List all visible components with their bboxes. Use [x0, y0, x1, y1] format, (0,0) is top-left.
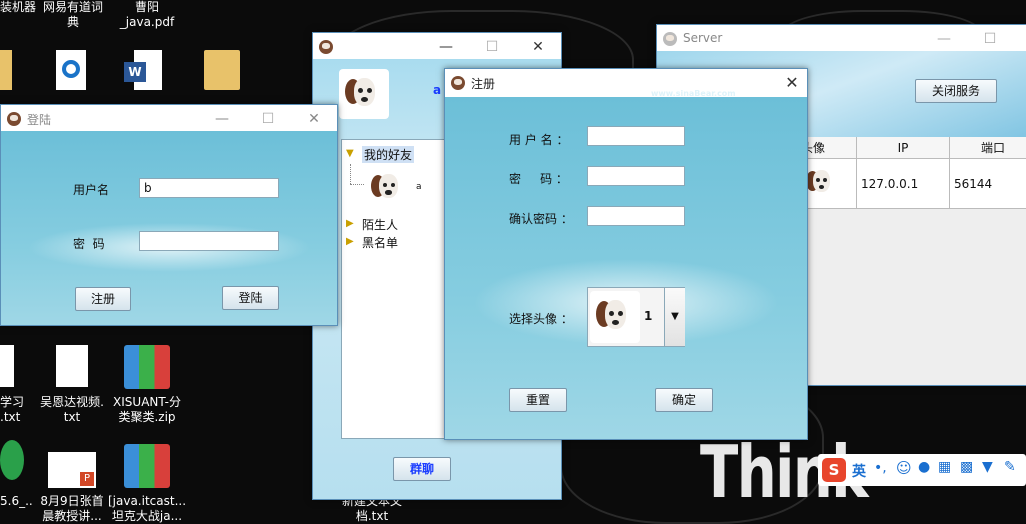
- folder-icon[interactable]: [0, 50, 12, 90]
- toolbox-icon[interactable]: ▩: [960, 459, 973, 475]
- confirm-password-label: 确认密码 ：: [509, 212, 573, 226]
- register-window: 注册 ✕ www.sinaBear.com 用 户 名 ： 密 码 ： 确认密码…: [444, 68, 808, 440]
- archive-icon[interactable]: [124, 444, 170, 488]
- reset-button[interactable]: 重置: [509, 388, 567, 412]
- login-titlebar: 登陆 — ☐ ✕: [1, 105, 337, 131]
- tree-group-strangers[interactable]: 陌生人: [362, 216, 398, 233]
- desktop-icon-label[interactable]: XISUANT-分 类聚类.zip: [104, 395, 190, 425]
- skin-icon[interactable]: ▼: [982, 459, 993, 475]
- avatar-preview: [590, 291, 640, 343]
- server-titlebar: Server — ☐: [657, 25, 1026, 51]
- archive-icon[interactable]: [124, 345, 170, 389]
- settings-wrench-icon[interactable]: ✎: [1004, 459, 1016, 475]
- desktop-icon-label[interactable]: 吴恩达视频. txt: [36, 395, 108, 425]
- login-window: 登陆 — ☐ ✕ 用户名 b 密 码 注册 登陆: [0, 104, 338, 326]
- username-label: 用户名: [73, 183, 110, 197]
- app-icon: [663, 32, 677, 46]
- app-icon: [7, 112, 21, 126]
- word-doc-icon[interactable]: W: [124, 50, 164, 90]
- sogou-logo-icon[interactable]: S: [822, 458, 846, 482]
- collapsed-arrow-icon[interactable]: ▶: [346, 218, 354, 229]
- password-input[interactable]: [139, 231, 279, 251]
- collapsed-arrow-icon[interactable]: ▶: [346, 236, 354, 247]
- avatar-select[interactable]: 1 ▼: [587, 287, 685, 347]
- text-file-icon[interactable]: [56, 345, 88, 387]
- expanded-arrow-icon[interactable]: ▼: [346, 148, 354, 159]
- desktop-icon-label[interactable]: 5.6_...: [0, 494, 34, 509]
- column-header[interactable]: IP: [857, 137, 950, 159]
- ime-toolbar: S 英 •, ☺ ● ▦ ▩ ▼ ✎: [818, 454, 1026, 486]
- password-input[interactable]: [587, 166, 685, 186]
- confirm-button[interactable]: 确定: [655, 388, 713, 412]
- window-title: 登陆: [27, 113, 52, 127]
- app-icon: [451, 76, 465, 90]
- text-file-icon[interactable]: [0, 345, 14, 387]
- close-service-button[interactable]: 关闭服务: [915, 79, 997, 103]
- desktop-icon-label[interactable]: [java.itcast... 坦克大战ja...: [104, 494, 190, 524]
- edge-doc-icon[interactable]: [56, 50, 86, 90]
- register-button[interactable]: 注册: [75, 287, 131, 311]
- desktop-icon-label[interactable]: 网易有道词 典: [38, 0, 108, 30]
- tree-line: [350, 164, 352, 184]
- login-button[interactable]: 登陆: [222, 286, 279, 310]
- ime-mode-toggle[interactable]: 英: [852, 461, 866, 481]
- user-name: a: [433, 83, 442, 97]
- confirm-password-input[interactable]: [587, 206, 685, 226]
- register-titlebar: 注册 ✕: [445, 69, 807, 97]
- maximize-icon[interactable]: ☐: [973, 29, 1007, 49]
- window-title: Server: [683, 31, 723, 45]
- app-icon[interactable]: [0, 440, 24, 480]
- username-input[interactable]: [587, 126, 685, 146]
- friend-name[interactable]: a: [416, 182, 422, 192]
- chevron-down-icon[interactable]: ▼: [664, 288, 685, 346]
- desktop-icon-label[interactable]: 学习 .txt: [0, 395, 30, 425]
- punctuation-icon[interactable]: •,: [874, 460, 887, 476]
- friends-titlebar: — ☐ ✕: [313, 33, 561, 59]
- register-background: [445, 97, 807, 439]
- user-avatar[interactable]: [339, 69, 389, 119]
- minimize-icon[interactable]: —: [927, 29, 961, 49]
- tree-group-friends[interactable]: 我的好友: [362, 146, 415, 163]
- password-label: 密 码: [73, 237, 105, 251]
- maximize-icon[interactable]: ☐: [475, 37, 509, 57]
- minimize-icon[interactable]: —: [205, 109, 239, 129]
- close-icon[interactable]: ✕: [297, 109, 331, 129]
- close-icon[interactable]: ✕: [775, 73, 809, 93]
- ppt-file-icon[interactable]: P: [48, 452, 96, 488]
- desktop-icon-label[interactable]: 曹阳 _java.pdf: [108, 0, 186, 30]
- app-icon: [319, 40, 333, 54]
- watermark: www.sinaBear.com: [651, 89, 736, 98]
- folder-icon[interactable]: [204, 50, 240, 90]
- minimize-icon[interactable]: —: [429, 37, 463, 57]
- friend-avatar[interactable]: [366, 166, 410, 210]
- column-header[interactable]: 端口: [950, 137, 1026, 159]
- username-input[interactable]: b: [139, 178, 279, 198]
- tree-line: [350, 184, 364, 186]
- microphone-icon[interactable]: ●: [918, 459, 930, 475]
- desktop-icon-label[interactable]: 8月9日张首 晨教授讲...: [36, 494, 108, 524]
- username-label: 用 户 名 ：: [509, 133, 569, 147]
- window-title: 注册: [471, 77, 496, 91]
- tree-group-blacklist[interactable]: 黑名单: [362, 234, 398, 251]
- table-cell-port[interactable]: 56144: [950, 159, 1026, 209]
- avatar-selected-value: 1: [644, 309, 653, 323]
- emoji-icon[interactable]: ☺: [896, 459, 912, 477]
- desktop-icon-label[interactable]: 装机器 视频...: [0, 0, 40, 15]
- login-background: [1, 131, 337, 325]
- password-label: 密 码 ：: [509, 172, 568, 186]
- group-chat-button[interactable]: 群聊: [393, 457, 451, 481]
- keyboard-icon[interactable]: ▦: [938, 459, 951, 475]
- maximize-icon[interactable]: ☐: [251, 109, 285, 129]
- close-icon[interactable]: ✕: [521, 37, 555, 57]
- table-cell-ip[interactable]: 127.0.0.1: [857, 159, 950, 209]
- avatar-label: 选择头像 ：: [509, 312, 573, 326]
